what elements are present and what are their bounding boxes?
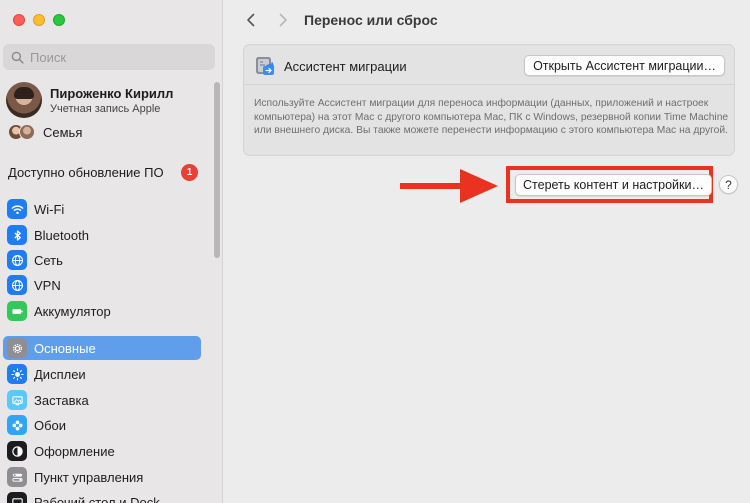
sun-icon — [7, 364, 27, 384]
search-input[interactable] — [30, 49, 210, 65]
toolbar: Перенос или сброс — [224, 0, 750, 40]
migration-card: Ассистент миграции Открыть Ассистент миг… — [243, 44, 735, 156]
migration-title: Ассистент миграции — [284, 59, 407, 74]
sidebar-item-label: Пункт управления — [34, 469, 144, 485]
main-pane: Перенос или сброс Ассистент миграции Отк… — [224, 0, 750, 503]
chevron-right-icon — [279, 13, 287, 27]
wifi-icon — [7, 199, 27, 219]
close-window-button[interactable] — [13, 14, 25, 26]
sidebar-item-label: Основные — [34, 340, 96, 356]
migration-description: Используйте Ассистент миграции для перен… — [254, 98, 729, 136]
sidebar-item-general[interactable]: Основные — [3, 336, 201, 360]
zoom-window-button[interactable] — [53, 14, 65, 26]
sidebar-item-displays[interactable]: Дисплеи — [3, 362, 201, 386]
sidebar-item-label: Сеть — [34, 252, 63, 268]
search-box[interactable] — [3, 44, 215, 70]
appearance-icon — [7, 441, 27, 461]
chevron-left-icon — [247, 13, 255, 27]
battery-icon — [7, 301, 27, 321]
vpn-globe-icon — [7, 275, 27, 295]
wallpaper-flower-icon — [7, 415, 27, 435]
sidebar-item-label: Bluetooth — [34, 227, 89, 243]
window-controls — [13, 14, 65, 26]
sidebar-item-label: Рабочий стол и Dock — [34, 494, 160, 503]
family-avatar — [19, 124, 35, 140]
sidebar-item-desktop-dock[interactable]: Рабочий стол и Dock — [3, 490, 201, 503]
family-label: Семья — [43, 124, 83, 140]
sidebar-item-bluetooth[interactable]: Bluetooth — [3, 223, 201, 247]
sidebar-item-label: Wi-Fi — [34, 201, 65, 217]
profile-name: Пироженко Кирилл — [50, 85, 174, 101]
sidebar-item-vpn[interactable]: VPN — [3, 273, 201, 297]
sidebar-item-wallpaper[interactable]: Обои — [3, 413, 201, 437]
sidebar-item-label: Дисплеи — [34, 366, 86, 382]
forward-button[interactable] — [273, 10, 293, 30]
page-title: Перенос или сброс — [304, 12, 438, 28]
sidebar-scrollbar[interactable] — [214, 82, 220, 258]
migration-assistant-icon — [256, 57, 275, 75]
minimize-window-button[interactable] — [33, 14, 45, 26]
sidebar-item-control-center[interactable]: Пункт управления — [3, 465, 201, 489]
help-button[interactable]: ? — [719, 175, 738, 194]
sidebar-item-family[interactable]: Семья — [8, 124, 82, 140]
profile-subtitle: Учетная запись Apple — [50, 102, 161, 115]
sidebar-item-label: VPN — [34, 277, 61, 293]
back-button[interactable] — [241, 10, 261, 30]
sidebar-item-label: Обои — [34, 417, 67, 433]
open-migration-assistant-button[interactable]: Открыть Ассистент миграции… — [524, 55, 725, 76]
sidebar-item-network[interactable]: Сеть — [3, 248, 201, 272]
globe-icon — [7, 250, 27, 270]
bluetooth-icon — [7, 225, 27, 245]
sidebar-item-wifi[interactable]: Wi-Fi — [3, 197, 201, 221]
avatar — [6, 82, 42, 118]
sidebar-item-appearance[interactable]: Оформление — [3, 439, 201, 463]
control-center-icon — [7, 467, 27, 487]
search-icon — [11, 51, 24, 64]
migration-row: Ассистент миграции Открыть Ассистент миг… — [244, 45, 734, 85]
red-arrow-annotation — [400, 169, 498, 203]
sidebar-item-label: Аккумулятор — [34, 303, 111, 319]
apple-account-profile[interactable]: Пироженко Кирилл Учетная запись Apple — [6, 82, 173, 118]
sidebar-item-screensaver[interactable]: Заставка — [3, 388, 201, 412]
dock-icon — [7, 492, 27, 503]
screensaver-icon — [7, 390, 27, 410]
update-badge: 1 — [181, 164, 198, 181]
sidebar: Пироженко Кирилл Учетная запись Apple Се… — [0, 0, 223, 503]
gear-icon — [7, 338, 27, 358]
software-update-label: Доступно обновление ПО — [8, 165, 164, 180]
software-update-item[interactable]: Доступно обновление ПО 1 — [8, 164, 198, 181]
sidebar-item-label: Оформление — [34, 443, 115, 459]
erase-all-content-button[interactable]: Стереть контент и настройки… — [515, 174, 712, 196]
sidebar-item-label: Заставка — [34, 392, 89, 408]
sidebar-item-battery[interactable]: Аккумулятор — [3, 299, 201, 323]
